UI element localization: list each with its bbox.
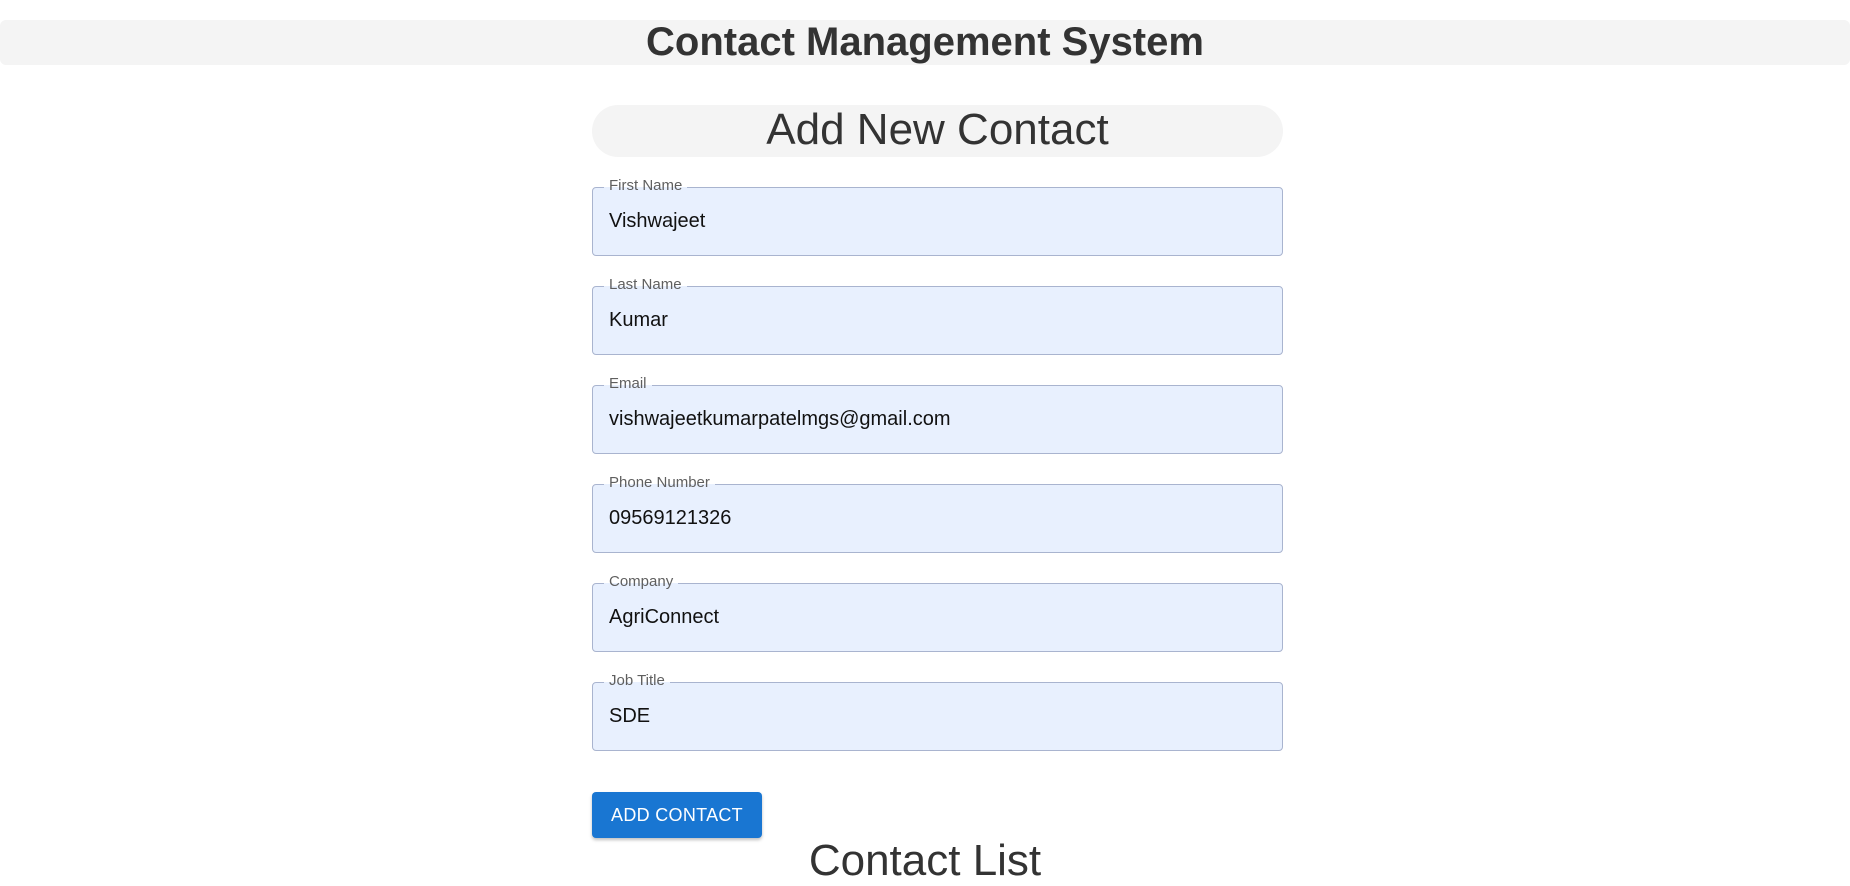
last-name-field: Last Name xyxy=(592,277,1283,355)
phone-number-input[interactable] xyxy=(593,485,1282,552)
add-contact-form: Add New Contact First Name Last Name Ema… xyxy=(592,105,1283,838)
app-title: Contact Management System xyxy=(646,20,1204,64)
first-name-input[interactable] xyxy=(593,188,1282,255)
email-field: Email xyxy=(592,376,1283,454)
job-title-input[interactable] xyxy=(593,683,1282,750)
phone-number-field: Phone Number xyxy=(592,475,1283,553)
job-title-field: Job Title xyxy=(592,673,1283,751)
last-name-input[interactable] xyxy=(593,287,1282,354)
email-label: Email xyxy=(604,376,652,392)
first-name-label: First Name xyxy=(604,178,688,194)
form-title: Add New Contact xyxy=(592,105,1283,157)
first-name-field: First Name xyxy=(592,178,1283,256)
add-contact-button[interactable]: ADD CONTACT xyxy=(592,792,762,838)
company-input[interactable] xyxy=(593,584,1282,651)
last-name-label: Last Name xyxy=(604,277,687,293)
app-header: Contact Management System xyxy=(0,20,1850,65)
company-label: Company xyxy=(604,574,679,590)
company-field: Company xyxy=(592,574,1283,652)
form-fields: First Name Last Name Email Phone Number … xyxy=(592,178,1283,751)
phone-number-label: Phone Number xyxy=(604,475,715,491)
email-input[interactable] xyxy=(593,386,1282,453)
job-title-label: Job Title xyxy=(604,673,670,689)
contact-list-title: Contact List xyxy=(808,836,1042,885)
